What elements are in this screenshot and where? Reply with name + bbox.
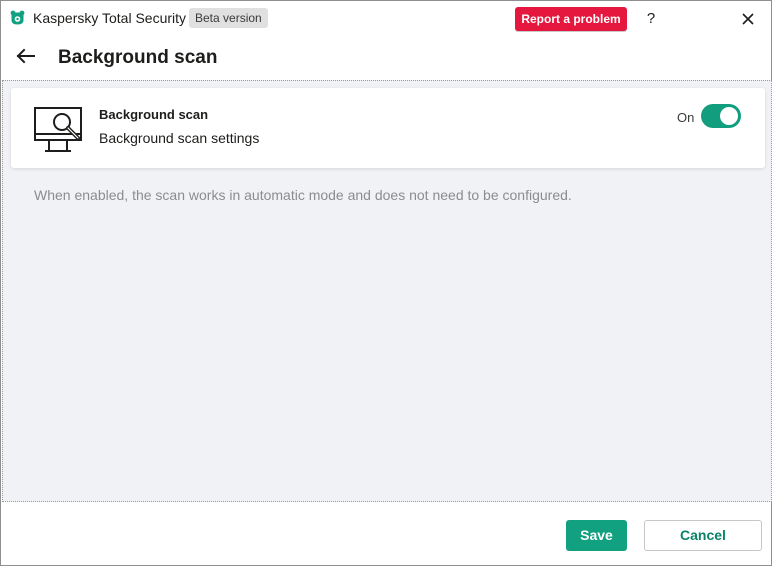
background-scan-toggle[interactable]	[701, 104, 741, 128]
help-button[interactable]: ?	[639, 7, 663, 31]
toggle-knob	[720, 107, 738, 125]
app-title: Kaspersky Total Security	[33, 10, 187, 26]
report-problem-button[interactable]: Report a problem	[515, 7, 627, 31]
info-text: When enabled, the scan works in automati…	[34, 187, 572, 203]
beta-badge: Beta version	[189, 8, 268, 28]
arrow-left-icon	[16, 48, 35, 64]
close-icon	[742, 13, 754, 25]
background-scan-card: Background scan Background scan settings…	[11, 88, 765, 168]
back-button[interactable]	[15, 46, 39, 68]
app-window: Kaspersky Total Security Beta version Re…	[0, 0, 772, 566]
kaspersky-bear-logo-icon	[10, 10, 25, 25]
save-button[interactable]: Save	[566, 520, 627, 551]
card-title: Background scan	[99, 107, 209, 122]
page-title: Background scan	[58, 47, 218, 68]
title-bar: Kaspersky Total Security Beta version Re…	[1, 1, 771, 35]
monitor-search-icon	[34, 107, 82, 152]
cancel-button[interactable]: Cancel	[644, 520, 762, 551]
close-button[interactable]	[736, 7, 760, 31]
card-subtitle: Background scan settings	[99, 130, 260, 146]
content-area: Background scan Background scan settings…	[2, 80, 772, 502]
toggle-state-label: On	[677, 110, 695, 125]
